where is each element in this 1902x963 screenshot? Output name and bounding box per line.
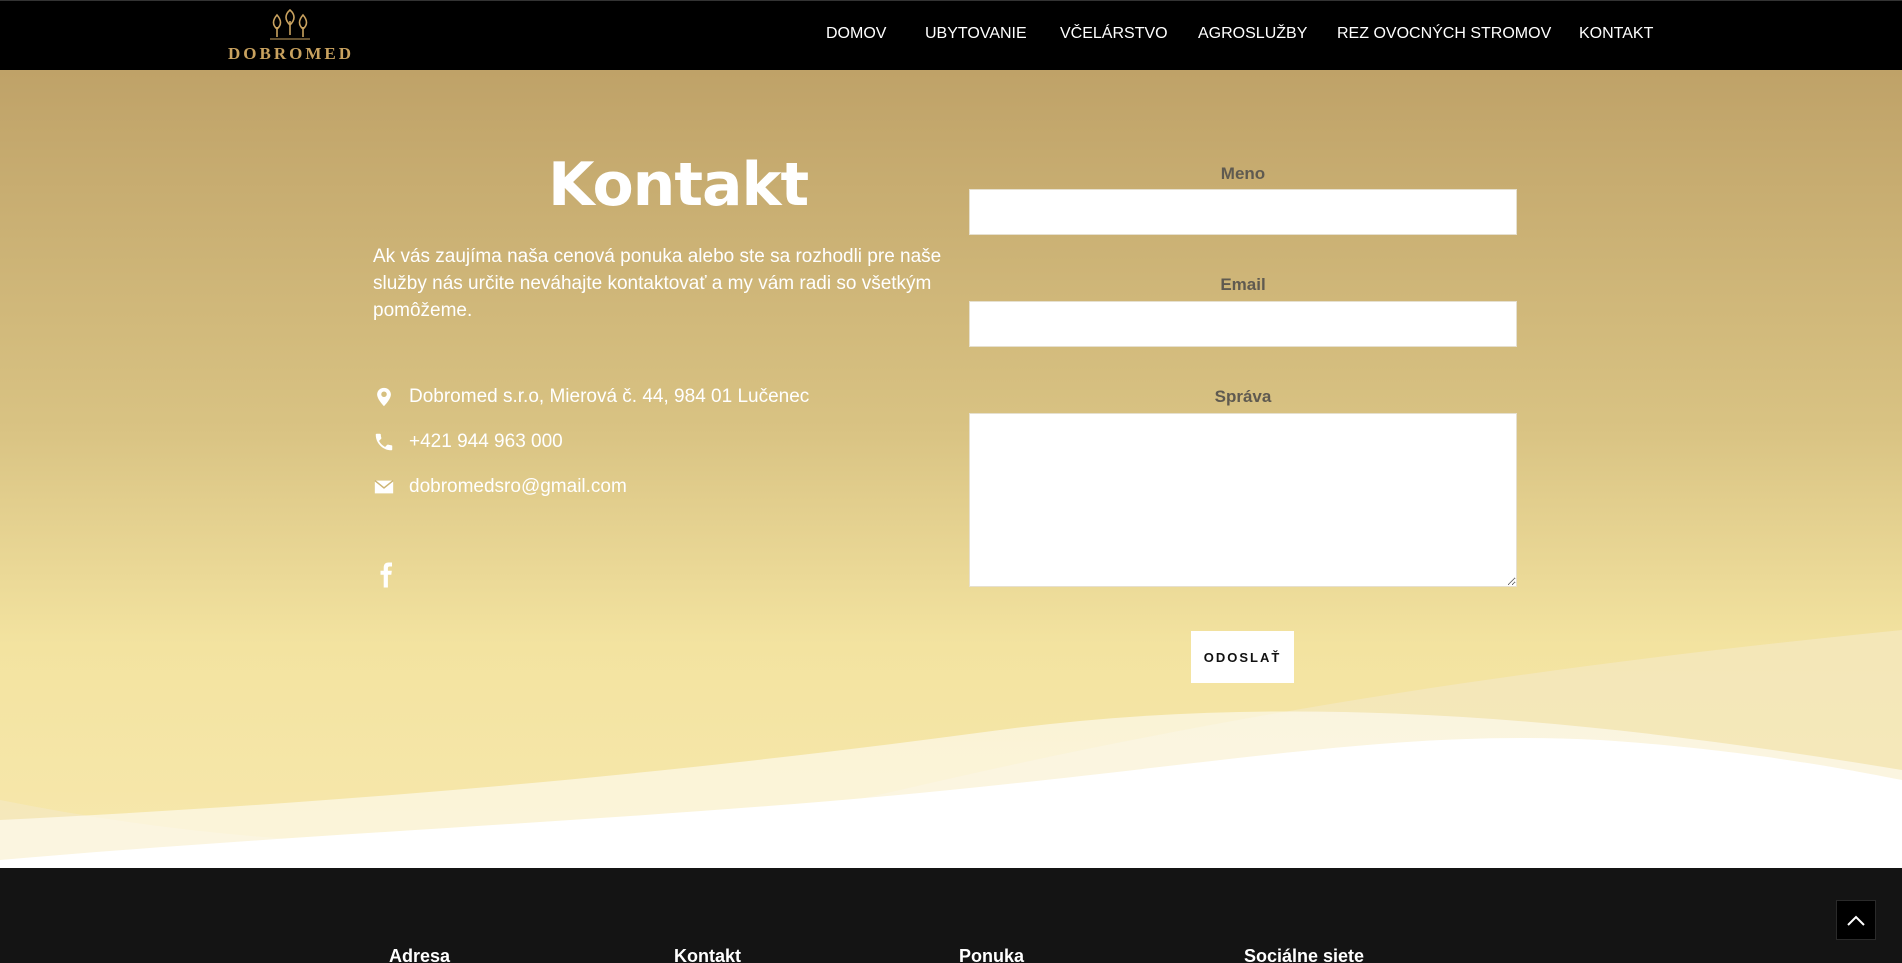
email-label: Email — [1220, 275, 1266, 294]
chevron-up-icon — [1847, 915, 1865, 926]
nav-item-agrosluzby[interactable]: AGROSLUŽBY — [1198, 25, 1307, 43]
envelope-icon — [374, 480, 394, 494]
footer-heading-contact: Kontakt — [674, 946, 741, 963]
nav-item-rez-ovocnych-stromov[interactable]: REZ OVOCNÝCH STROMOV — [1337, 25, 1551, 43]
scroll-to-top-button[interactable] — [1836, 900, 1876, 940]
logo[interactable]: DOBROMED — [228, 9, 352, 65]
logo-text: DOBROMED — [228, 44, 354, 63]
facebook-icon[interactable] — [376, 562, 396, 588]
name-label: Meno — [1220, 164, 1266, 183]
name-input[interactable] — [969, 189, 1517, 235]
nav-item-ubytovanie[interactable]: UBYTOVANIE — [925, 25, 1027, 43]
footer-heading-offer: Ponuka — [959, 946, 1025, 963]
nav-item-kontakt[interactable]: KONTAKT — [1579, 25, 1653, 43]
message-label: Správa — [1214, 387, 1272, 406]
address-text: Dobromed s.r.o, Mierová č. 44, 984 01 Lu… — [409, 386, 810, 407]
logo-trees-icon — [270, 9, 310, 40]
contact-section — [0, 70, 1902, 868]
footer-heading-social: Sociálne siete — [1244, 946, 1365, 963]
footer-heading-address: Adresa — [389, 946, 451, 963]
nav-item-domov[interactable]: DOMOV — [826, 25, 886, 43]
page-title: Kontakt — [548, 150, 809, 220]
submit-button[interactable]: ODOSLAŤ — [1191, 631, 1294, 683]
top-navigation-bar: DOBROMED DOMOV UBYTOVANIE VČELÁRSTVO AGR… — [0, 0, 1902, 70]
contact-intro-text: Ak vás zaujíma naša cenová ponuka alebo … — [373, 246, 942, 321]
phone-text[interactable]: +421 944 963 000 — [409, 431, 563, 453]
message-textarea[interactable] — [969, 413, 1517, 587]
email-text[interactable]: dobromedsro@gmail.com — [409, 476, 627, 498]
phone-icon — [375, 433, 393, 451]
footer: Adresa Kontakt Ponuka Sociálne siete — [0, 868, 1902, 963]
nav-item-vcelarstvo[interactable]: VČELÁRSTVO — [1060, 25, 1168, 43]
map-marker-icon — [377, 387, 391, 407]
email-input[interactable] — [969, 301, 1517, 347]
wave-decoration — [0, 630, 1902, 868]
